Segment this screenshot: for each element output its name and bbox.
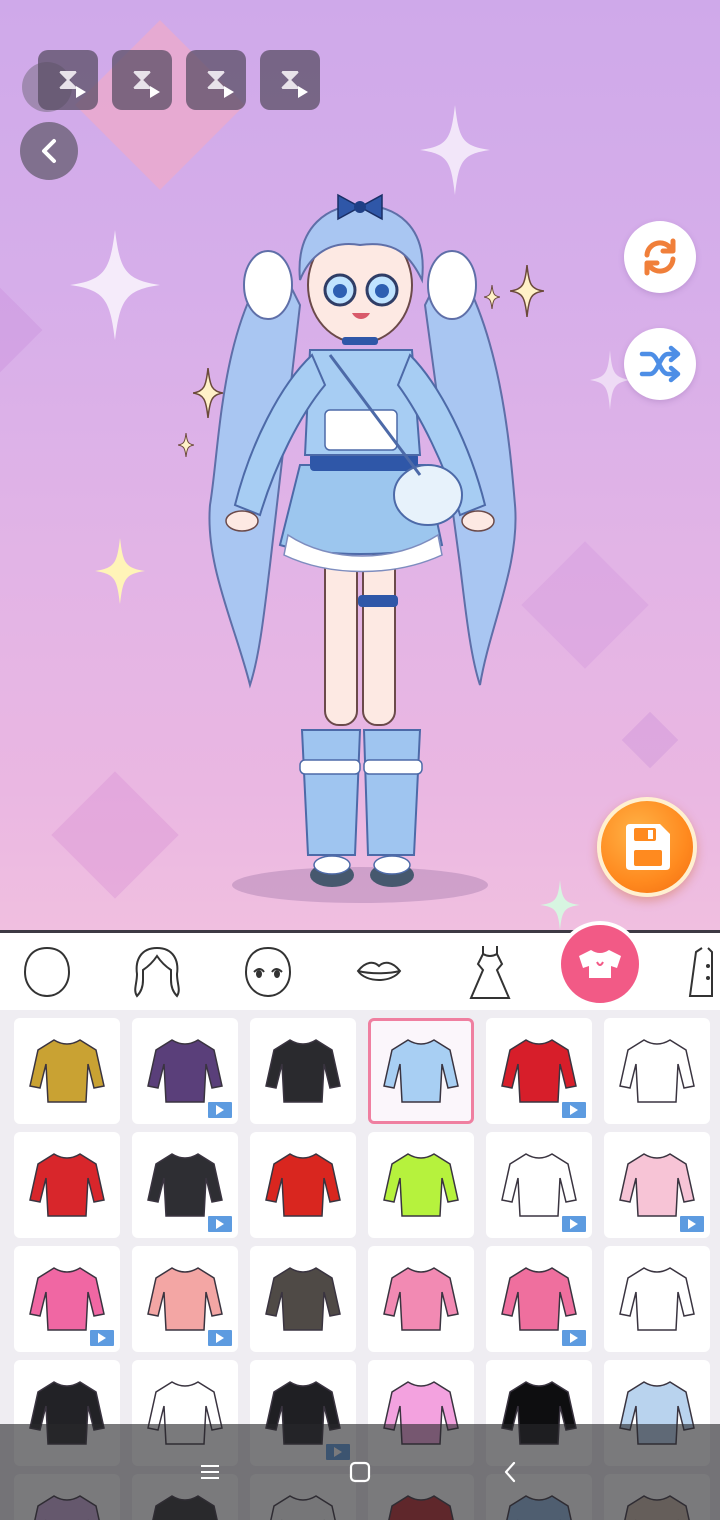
video-ad-row: ⧗ ⧗ ⧗ ⧗ (38, 50, 320, 110)
video-ad-badge-icon (206, 1214, 234, 1234)
play-icon (224, 86, 234, 98)
save-button[interactable] (597, 797, 697, 897)
eyes-icon (244, 946, 292, 998)
garment-thumbnail (265, 1267, 341, 1331)
shuffle-icon (639, 345, 681, 383)
garment-thumbnail (619, 1039, 695, 1103)
refresh-button[interactable] (624, 221, 696, 293)
hourglass-video-ad-button[interactable]: ⧗ (186, 50, 246, 110)
chevron-left-icon (42, 139, 56, 163)
garment-thumbnail (383, 1267, 459, 1331)
hair-icon (134, 946, 180, 998)
clothing-item-lime-turtleneck[interactable] (368, 1132, 474, 1238)
home-icon (349, 1461, 371, 1483)
bg-diamond (51, 771, 179, 899)
clothing-item-pink-offshoulder-sweater[interactable] (604, 1132, 710, 1238)
category-face[interactable] (7, 933, 87, 1011)
garment-thumbnail (29, 1153, 105, 1217)
sparkle-icon (70, 230, 160, 340)
category-eyes[interactable] (228, 933, 308, 1011)
sparkle-icon (95, 538, 145, 604)
clothing-item-black-crop-jacket[interactable] (250, 1018, 356, 1124)
category-jacket[interactable] (670, 933, 720, 1011)
clothing-item-pink-kimono-top[interactable] (132, 1246, 238, 1352)
clothing-item-jester-bodysuit[interactable] (14, 1132, 120, 1238)
bg-diamond (521, 541, 649, 669)
video-ad-badge-icon (678, 1214, 706, 1234)
video-ad-badge-icon (560, 1328, 588, 1348)
clothing-item-red-ribbon-blouse[interactable] (486, 1018, 592, 1124)
floppy-disk-icon (626, 824, 670, 870)
dressup-canvas: ⧗ ⧗ ⧗ ⧗ (0, 0, 720, 930)
clothing-item-white-collar-shirt[interactable] (604, 1018, 710, 1124)
video-ad-badge-icon (560, 1100, 588, 1120)
clothing-item-purple-corset-bow[interactable] (132, 1018, 238, 1124)
video-ad-badge-icon (560, 1214, 588, 1234)
face-outline-icon (23, 946, 71, 998)
category-mouth[interactable] (339, 933, 419, 1011)
avatar-character (208, 193, 517, 903)
category-dress[interactable] (450, 933, 530, 1011)
clothing-item-gold-egyptian-collar[interactable] (14, 1018, 120, 1124)
category-top-active[interactable] (557, 921, 643, 1007)
clothing-item-pink-ruffle-top[interactable] (14, 1246, 120, 1352)
video-ad-badge-icon (206, 1328, 234, 1348)
system-back-button[interactable] (490, 1452, 530, 1492)
home-button[interactable] (340, 1452, 380, 1492)
garment-thumbnail (265, 1153, 341, 1217)
dress-icon (469, 946, 511, 999)
category-bar (0, 921, 720, 1011)
garment-thumbnail (265, 1039, 341, 1103)
garment-thumbnail (383, 1039, 459, 1103)
clothing-item-white-graphic-tee[interactable] (486, 1132, 592, 1238)
play-icon (150, 86, 160, 98)
garment-thumbnail (383, 1153, 459, 1217)
garment-thumbnail (29, 1039, 105, 1103)
crop-top-icon (579, 950, 621, 978)
play-icon (76, 86, 86, 98)
sparkle-icon (420, 105, 490, 195)
system-navigation-bar (0, 1424, 720, 1520)
garment-thumbnail (619, 1267, 695, 1331)
lips-icon (356, 961, 402, 981)
refresh-icon (644, 238, 676, 276)
bg-diamond (621, 711, 679, 769)
sparkle-icon (540, 880, 580, 930)
clothing-item-white-shirt-vest[interactable] (132, 1132, 238, 1238)
video-ad-badge-icon (206, 1100, 234, 1120)
hourglass-video-ad-button[interactable]: ⧗ (38, 50, 98, 110)
back-button[interactable] (20, 122, 78, 180)
play-icon (298, 86, 308, 98)
back-icon (504, 1461, 516, 1483)
clothing-item-pink-plaid-shirt[interactable] (486, 1246, 592, 1352)
category-hair[interactable] (117, 933, 197, 1011)
recents-icon (201, 1465, 219, 1479)
bg-diamond (0, 287, 43, 373)
hourglass-video-ad-button[interactable]: ⧗ (112, 50, 172, 110)
clothing-item-school-sweater-vest[interactable] (250, 1246, 356, 1352)
recents-button[interactable] (190, 1452, 230, 1492)
shuffle-button[interactable] (624, 328, 696, 400)
clothing-item-white-love-top[interactable] (604, 1246, 710, 1352)
clothing-item-pink-raglan-tee[interactable] (368, 1246, 474, 1352)
hourglass-video-ad-button[interactable]: ⧗ (260, 50, 320, 110)
clothing-item-blue-corset-crop-top[interactable] (368, 1018, 474, 1124)
jacket-icon (688, 947, 713, 997)
clothing-item-ladybug-bodysuit[interactable] (250, 1132, 356, 1238)
video-ad-badge-icon (88, 1328, 116, 1348)
